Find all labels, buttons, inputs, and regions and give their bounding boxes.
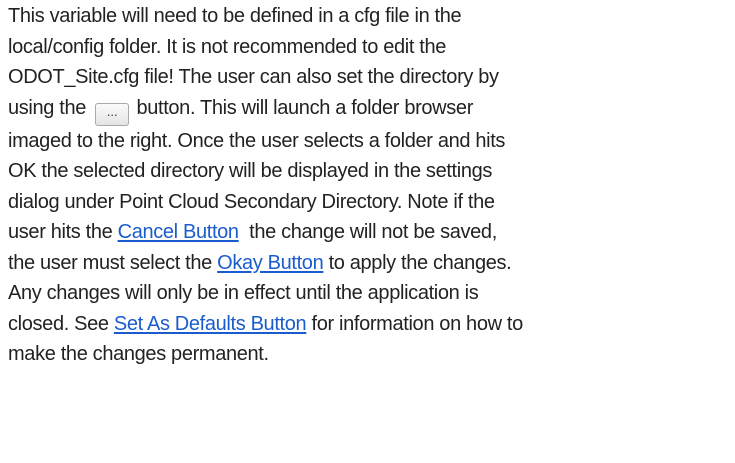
text-fragment: to apply the changes. [323,251,512,274]
set-as-defaults-button-link[interactable]: Set As Defaults Button [114,313,307,335]
text-line: This variable will need to be defined in… [8,5,462,27]
text-line: dialog under Point Cloud Secondary Direc… [8,190,495,213]
cancel-button-link[interactable]: Cancel Button [118,221,239,243]
text-fragment: user hits the [8,221,118,243]
help-page: This variable will need to be defined in… [0,0,735,463]
text-line-with-link: user hits the Cancel Button the change w… [8,217,725,248]
text-line: local/config folder. It is not recommend… [8,35,447,58]
text-line: OK the selected directory will be displa… [8,160,493,182]
text-line-with-link: the user must select the Okay Button to … [8,248,725,279]
text-fragment: the change will not be saved, [238,221,497,243]
text-fragment: for information on how to [306,312,524,335]
text-fragment: using the [8,96,92,119]
text-line: ODOT_Site.cfg file! The user can also se… [8,66,499,88]
text-line: Any changes will only be in effect until… [8,282,479,304]
text-line: make the changes permanent. [8,343,269,365]
text-line: imaged to the right. Once the user selec… [8,129,506,152]
text-line-with-link: closed. See Set As Defaults Button for i… [8,309,725,340]
text-line-with-button: using the ... button. This will launch a… [8,93,725,126]
help-paragraph: This variable will need to be defined in… [8,0,725,370]
browse-button-image: ... [95,102,130,126]
text-fragment: the user must select the [8,251,218,274]
text-fragment: closed. See [8,312,114,335]
text-fragment: button. This will launch a folder browse… [131,96,474,119]
okay-button-link[interactable]: Okay Button [217,252,324,274]
